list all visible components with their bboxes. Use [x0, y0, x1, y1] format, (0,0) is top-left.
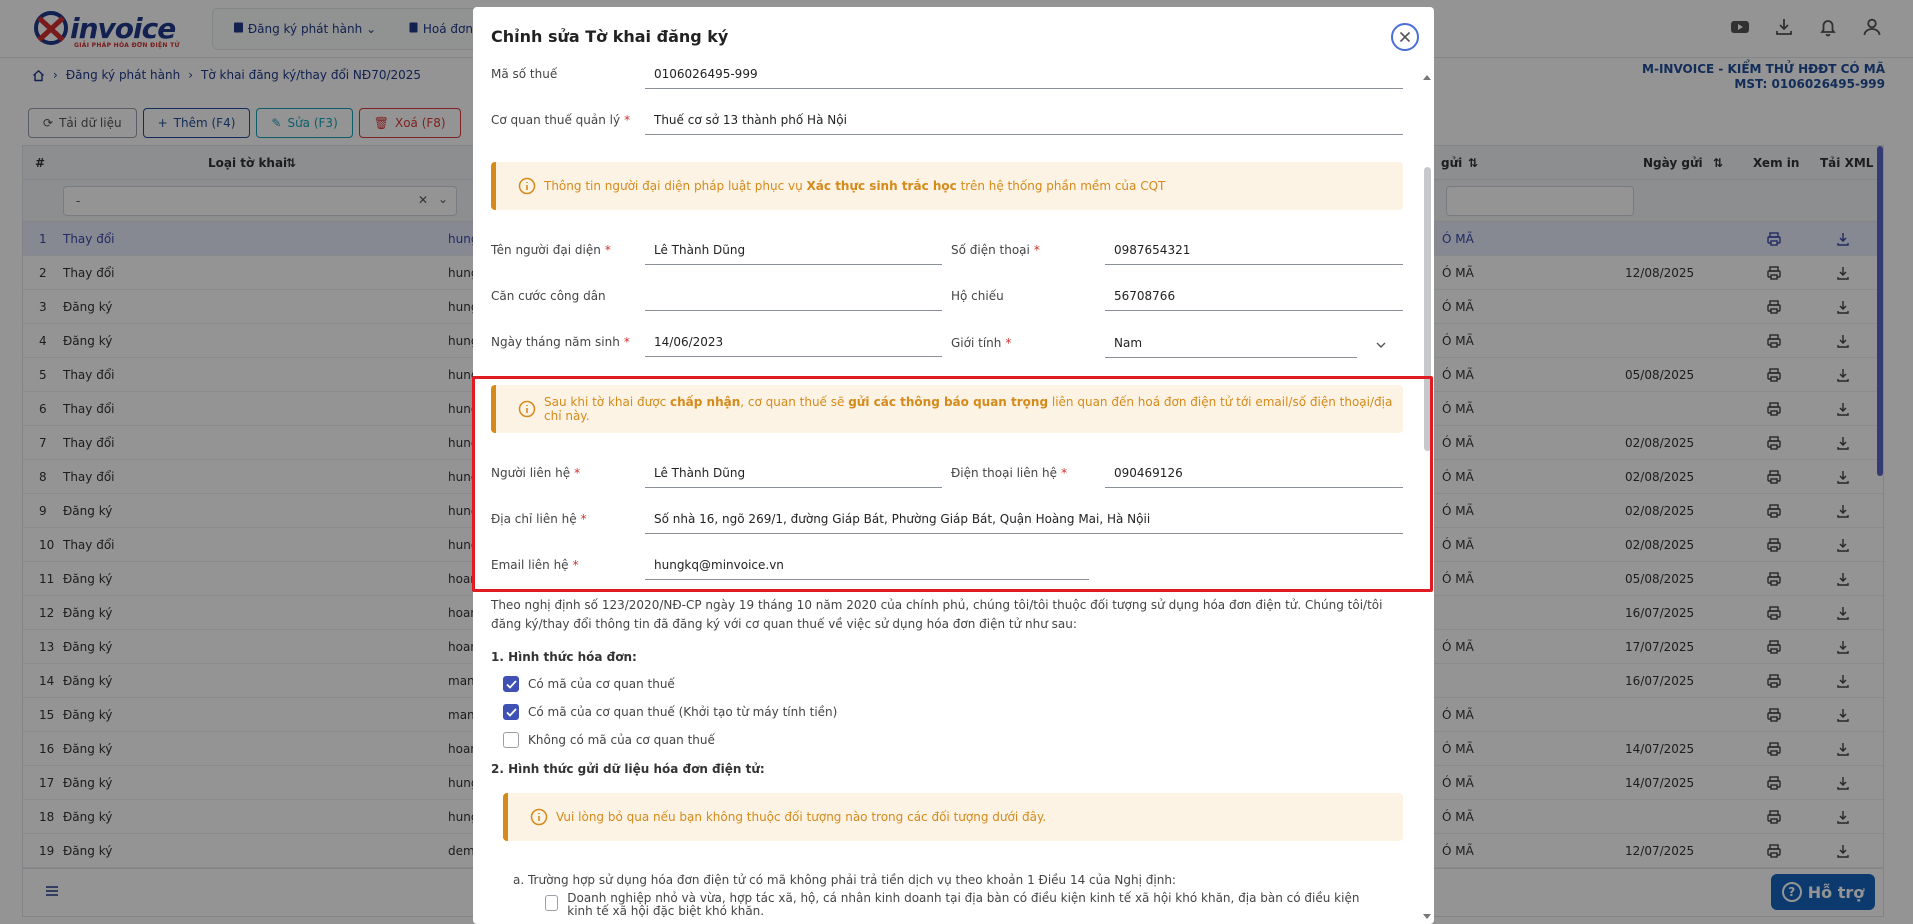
- invoice-form-option[interactable]: Không có mã của cơ quan thuế: [503, 732, 715, 748]
- scroll-down-arrow-icon[interactable]: [1422, 911, 1432, 921]
- highlight-frame: [472, 376, 1433, 592]
- checkbox-checked-icon[interactable]: [503, 676, 519, 692]
- option-label: Có mã của cơ quan thuế (Khởi tạo từ máy …: [528, 705, 838, 719]
- passport-field[interactable]: 56708766: [1105, 289, 1403, 311]
- checkbox-unchecked-icon[interactable]: [545, 895, 559, 911]
- phone-label: Số điện thoại *: [951, 243, 1040, 257]
- biometric-notice-text: Thông tin người đại diện pháp luật phục …: [544, 179, 1166, 193]
- dob-label: Ngày tháng năm sinh *: [491, 335, 630, 349]
- dob-field[interactable]: 14/06/2023: [645, 335, 942, 357]
- checkbox-checked-icon[interactable]: [503, 704, 519, 720]
- decree-paragraph: Theo nghị định số 123/2020/NĐ-CP ngày 19…: [491, 598, 1383, 631]
- close-icon: [1399, 31, 1411, 43]
- option-label: Không có mã của cơ quan thuế: [528, 733, 715, 747]
- invoice-form-section-title: 1. Hình thức hóa đơn:: [491, 650, 637, 664]
- passport-label: Hộ chiếu: [951, 289, 1004, 303]
- sub-section-a-option[interactable]: Doanh nghiệp nhỏ và vừa, hợp tác xã, hộ,…: [545, 892, 1365, 918]
- checkbox-unchecked-icon[interactable]: [503, 732, 519, 748]
- phone-field[interactable]: 0987654321: [1105, 243, 1403, 265]
- tax-code-field[interactable]: 0106026495-999: [645, 67, 1403, 89]
- close-button[interactable]: [1391, 23, 1419, 51]
- sub-section-a-title: a. Trường hợp sử dụng hóa đơn điện tử có…: [513, 873, 1176, 887]
- skip-notice: Vui lòng bỏ qua nếu bạn không thuộc đối …: [503, 793, 1403, 841]
- tax-office-label: Cơ quan thuế quản lý *: [491, 113, 631, 127]
- biometric-notice: Thông tin người đại diện pháp luật phục …: [491, 162, 1403, 210]
- scroll-up-arrow-icon[interactable]: [1422, 73, 1432, 83]
- info-icon: [530, 808, 548, 826]
- chevron-down-icon[interactable]: [1375, 339, 1387, 351]
- gender-select[interactable]: Nam: [1105, 336, 1357, 358]
- dialog-title: Chỉnh sửa Tờ khai đăng ký: [491, 27, 729, 46]
- skip-notice-text: Vui lòng bỏ qua nếu bạn không thuộc đối …: [556, 810, 1047, 824]
- option-label: Doanh nghiệp nhỏ và vừa, hợp tác xã, hộ,…: [567, 891, 1360, 918]
- invoice-form-option[interactable]: Có mã của cơ quan thuế: [503, 676, 675, 692]
- option-label: Có mã của cơ quan thuế: [528, 677, 675, 691]
- info-icon: [518, 177, 536, 195]
- tax-office-field[interactable]: Thuế cơ sở 13 thành phố Hà Nội: [645, 113, 1403, 135]
- data-transfer-section-title: 2. Hình thức gửi dữ liệu hóa đơn điện tử…: [491, 762, 765, 776]
- rep-name-field[interactable]: Lê Thành Dũng: [645, 243, 942, 265]
- invoice-form-option[interactable]: Có mã của cơ quan thuế (Khởi tạo từ máy …: [503, 704, 837, 720]
- gender-label: Giới tính *: [951, 336, 1012, 350]
- tax-code-label: Mã số thuế: [491, 67, 558, 81]
- citizen-id-field[interactable]: [645, 289, 942, 311]
- rep-name-label: Tên người đại diện *: [491, 243, 611, 257]
- citizen-id-label: Căn cước công dân: [491, 289, 606, 303]
